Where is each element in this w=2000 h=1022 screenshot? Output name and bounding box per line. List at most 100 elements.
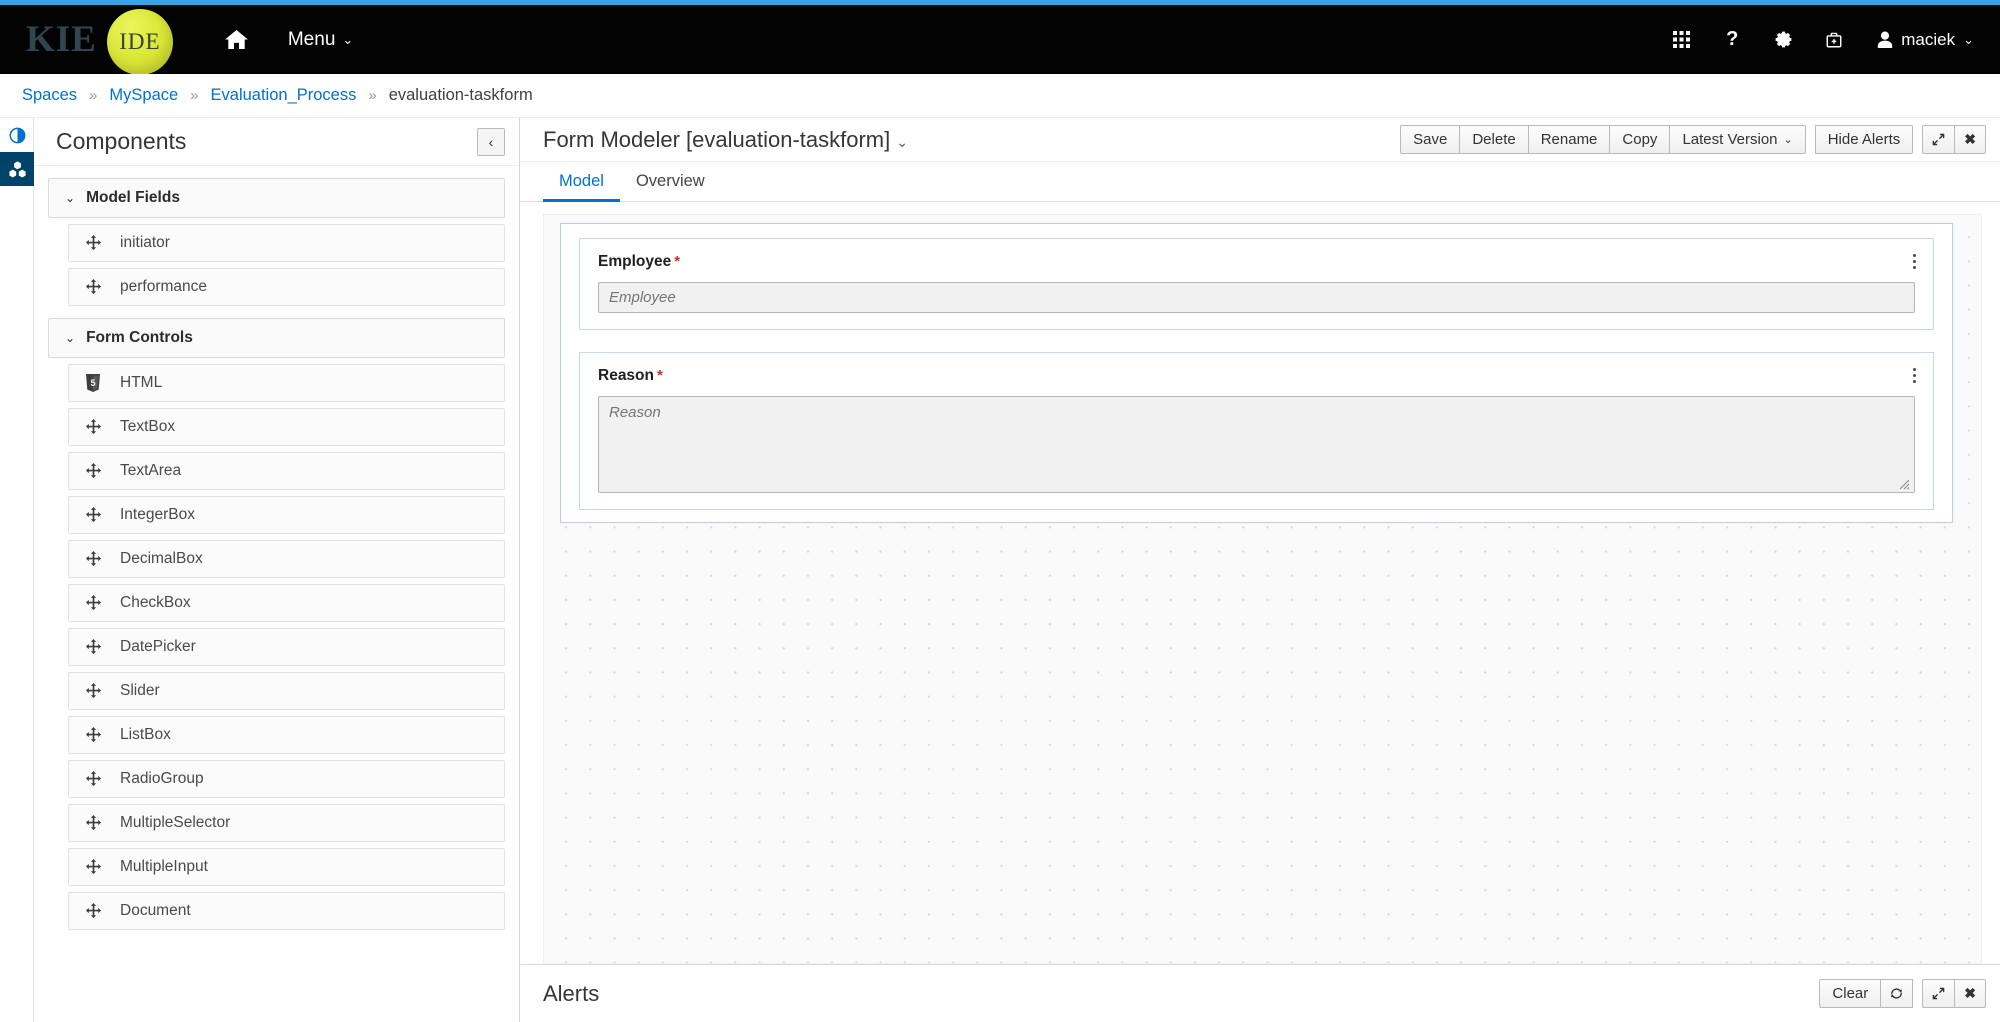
component-label: CheckBox [120, 594, 191, 611]
group-header-form-controls[interactable]: ⌄ Form Controls [49, 319, 504, 357]
component-item-integerbox[interactable]: IntegerBox [68, 496, 505, 534]
component-item-checkbox[interactable]: CheckBox [68, 584, 505, 622]
breadcrumb-item-myspace[interactable]: MySpace [109, 86, 178, 105]
alerts-title: Alerts [543, 980, 600, 1006]
move-icon [85, 550, 102, 568]
editor-titlebar: Form Modeler [evaluation-taskform] ⌄ Save… [521, 118, 2000, 162]
close-editor-button[interactable]: ✖ [1955, 125, 1986, 154]
menu-button[interactable]: Menu ⌄ [288, 29, 353, 51]
home-icon [224, 29, 248, 50]
move-icon [85, 858, 102, 876]
maximize-alerts-button[interactable] [1922, 979, 1956, 1008]
delete-button[interactable]: Delete [1460, 125, 1529, 154]
toolkit-icon[interactable] [1822, 28, 1846, 52]
component-item-textarea[interactable]: TextArea [68, 452, 505, 490]
component-item-datepicker[interactable]: DatePicker [68, 628, 505, 666]
group-header-model-fields[interactable]: ⌄ Model Fields [49, 179, 504, 217]
brand-logo[interactable]: KIE IDE [26, 5, 173, 75]
component-label: performance [120, 278, 208, 295]
employee-input[interactable] [598, 282, 1915, 313]
close-icon: ✖ [1964, 985, 1976, 1001]
svg-text:5: 5 [90, 378, 95, 388]
rename-button[interactable]: Rename [1528, 125, 1611, 154]
component-label: Slider [120, 682, 160, 699]
breadcrumb-separator: » [89, 87, 98, 104]
breadcrumb-item-spaces[interactable]: Spaces [22, 86, 77, 105]
save-button[interactable]: Save [1400, 125, 1461, 154]
hide-alerts-button[interactable]: Hide Alerts [1814, 125, 1914, 154]
copy-button[interactable]: Copy [1610, 125, 1671, 154]
collapse-panel-button[interactable]: ‹ [477, 127, 505, 156]
component-label: RadioGroup [120, 770, 204, 787]
form-controls-list: 5 HTML TextBox TextArea IntegerBox Decim… [48, 364, 505, 930]
page-title[interactable]: Form Modeler [evaluation-taskform] ⌄ [543, 127, 908, 153]
component-item-initiator[interactable]: initiator [68, 224, 505, 262]
panel-title: Components [56, 128, 187, 154]
breadcrumb-item-evaluation-process[interactable]: Evaluation_Process [211, 86, 357, 105]
kebab-menu-icon[interactable] [1910, 365, 1919, 386]
move-icon [85, 462, 102, 480]
component-item-multipleselector[interactable]: MultipleSelector [68, 804, 505, 842]
component-label: initiator [120, 234, 170, 251]
masthead: KIE IDE Menu ⌄ ? maciek ⌄ [0, 5, 2000, 75]
maximize-editor-button[interactable] [1922, 125, 1956, 154]
settings-gear-icon[interactable] [1771, 28, 1795, 52]
chevron-left-icon: ‹ [488, 133, 494, 150]
component-item-decimalbox[interactable]: DecimalBox [68, 540, 505, 578]
required-asterisk: * [674, 253, 681, 270]
component-item-document[interactable]: Document [68, 892, 505, 930]
help-icon[interactable]: ? [1720, 28, 1744, 52]
cubes-icon-button[interactable] [0, 152, 34, 186]
canvas-wrapper: Employee * Reason * [521, 202, 2000, 1022]
reason-textarea[interactable] [598, 396, 1915, 493]
contrast-icon-button[interactable] [0, 118, 34, 152]
component-item-slider[interactable]: Slider [68, 672, 505, 710]
component-item-radiogroup[interactable]: RadioGroup [68, 760, 505, 798]
close-icon: ✖ [1964, 131, 1976, 147]
expand-diagonal-icon [1932, 987, 1945, 1000]
field-label: Employee * [598, 253, 1915, 271]
chevron-down-icon: ⌄ [896, 133, 908, 150]
components-panel-body: ⌄ Model Fields initiator performance ⌄ F… [34, 166, 519, 1022]
version-dropdown[interactable]: Latest Version ⌄ [1670, 125, 1806, 154]
field-label: Reason * [598, 367, 1915, 385]
component-item-html[interactable]: 5 HTML [68, 364, 505, 402]
tab-model[interactable]: Model [543, 163, 620, 202]
chevron-down-icon: ⌄ [342, 31, 354, 47]
editor-tabs: Model Overview [521, 162, 2000, 202]
cubes-icon [8, 160, 27, 178]
form-container[interactable]: Employee * Reason * [560, 223, 1953, 523]
tab-overview[interactable]: Overview [620, 163, 721, 202]
component-item-multipleinput[interactable]: MultipleInput [68, 848, 505, 886]
masthead-actions: ? maciek ⌄ [1669, 28, 1974, 52]
component-item-textbox[interactable]: TextBox [68, 408, 505, 446]
user-menu[interactable]: maciek ⌄ [1877, 30, 1974, 50]
component-label: MultipleInput [120, 858, 208, 875]
form-modeler-editor: Form Modeler [evaluation-taskform] ⌄ Save… [521, 118, 2000, 1022]
component-label: HTML [120, 374, 163, 391]
move-icon [85, 770, 102, 788]
form-field-employee[interactable]: Employee * [579, 238, 1934, 330]
move-icon [85, 682, 102, 700]
refresh-alerts-button[interactable] [1881, 979, 1914, 1008]
chevron-down-icon: ⌄ [1783, 134, 1793, 146]
group-title: Form Controls [86, 329, 193, 346]
refresh-icon [1890, 987, 1903, 1000]
expand-diagonal-icon [1932, 133, 1945, 146]
editor-toolbar: Save Delete Rename Copy Latest Version ⌄… [1400, 125, 1986, 154]
kebab-menu-icon[interactable] [1910, 251, 1919, 272]
clear-alerts-button[interactable]: Clear [1819, 979, 1882, 1008]
brand-kie-text: KIE [26, 19, 97, 60]
component-item-listbox[interactable]: ListBox [68, 716, 505, 754]
form-canvas[interactable]: Employee * Reason * [543, 214, 1982, 964]
component-item-performance[interactable]: performance [68, 268, 505, 306]
close-alerts-button[interactable]: ✖ [1955, 979, 1986, 1008]
move-icon [85, 638, 102, 656]
component-label: DatePicker [120, 638, 196, 655]
move-icon [85, 726, 102, 744]
form-field-reason[interactable]: Reason * [579, 352, 1934, 510]
editor-title-text: Form Modeler [evaluation-taskform] [543, 126, 891, 152]
home-button[interactable] [224, 29, 248, 50]
apps-grid-icon[interactable] [1669, 28, 1693, 52]
alerts-panel: Alerts Clear ✖ [521, 964, 2000, 1022]
